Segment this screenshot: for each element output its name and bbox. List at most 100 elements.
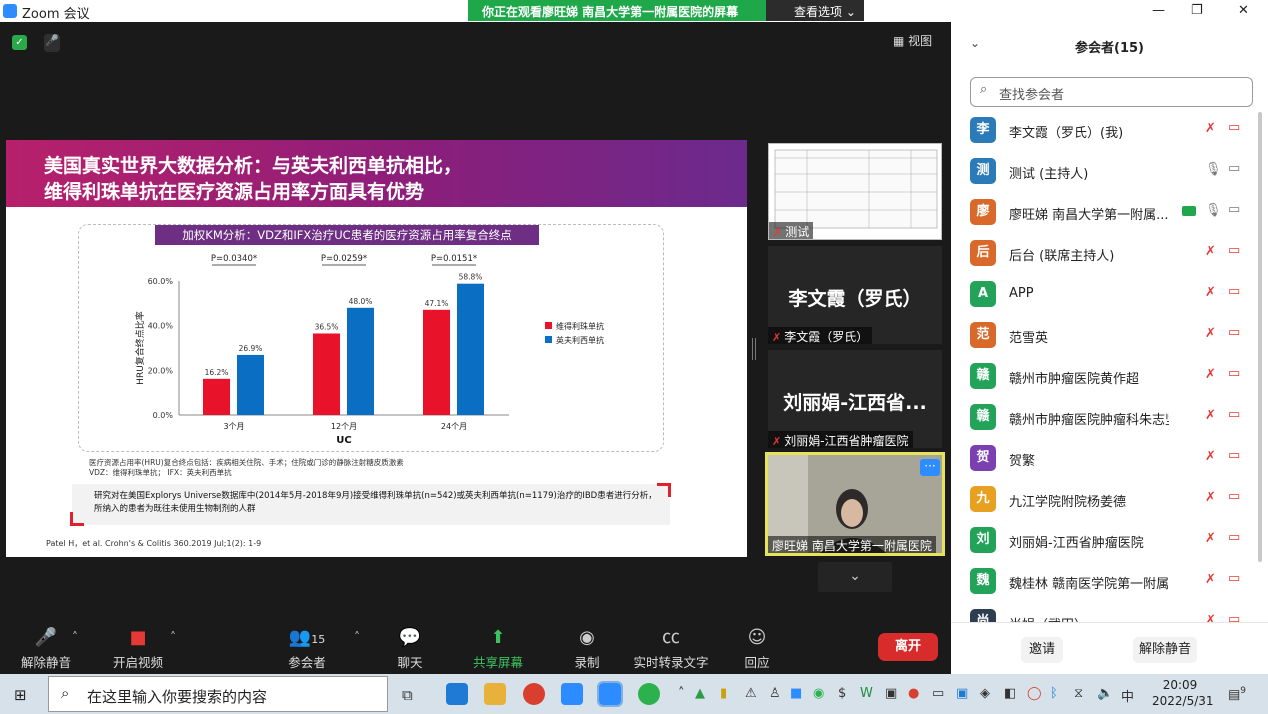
wechat-icon[interactable] [638, 683, 660, 705]
participant-row[interactable]: 后后台 (联席主持人) ✗ ▭ [951, 233, 1257, 274]
zoom-meeting-icon[interactable] [597, 681, 623, 707]
pvalue-label: P=0.0259* [321, 254, 367, 264]
chevron-up-icon[interactable]: ˄ [170, 630, 176, 644]
chevron-up-icon[interactable]: ˄ [72, 630, 78, 644]
record-icon: ◉ [579, 627, 595, 648]
participant-row[interactable]: 贺贺繁 ✗ ▭ [951, 438, 1257, 479]
legend-swatch [545, 336, 552, 343]
share-screen-button[interactable]: ⬆ 共享屏幕 [470, 622, 526, 671]
close-icon[interactable]: ✕ [1238, 3, 1249, 18]
panel-title: 参会者(15) [1075, 41, 1144, 56]
tray-app-icon[interactable]: ◯ [1027, 686, 1042, 701]
clock[interactable]: 20:09 2022/5/31 [1152, 677, 1214, 709]
tray-app-icon[interactable]: ◧ [1004, 686, 1016, 701]
network-icon[interactable]: ⧖ [1074, 686, 1083, 701]
file-explorer-icon[interactable] [484, 683, 506, 705]
view-button[interactable]: ▦ 视图 [893, 32, 932, 49]
view-label: 视图 [908, 34, 933, 48]
unmute-all-button[interactable]: 解除静音 [1133, 637, 1197, 663]
task-view-icon[interactable]: ⧉ [402, 686, 413, 704]
reactions-button[interactable]: ☺ 回应 [742, 622, 772, 671]
x-tick-label: 24个月 [441, 422, 467, 431]
chevron-up-icon[interactable]: ˄ [354, 630, 360, 644]
windows-start-icon[interactable]: ⊞ [14, 686, 27, 704]
video-thumb-li[interactable]: 李文霞（罗氏） ✗ 李文霞（罗氏） [768, 246, 942, 344]
microphone-icon[interactable]: 🎤 [44, 34, 60, 52]
participant-row[interactable]: 范范雪英 ✗ ▭ [951, 315, 1257, 356]
participant-name: 范雪英 [1009, 331, 1049, 346]
participant-name: 李文霞（罗氏）(我) [1009, 126, 1124, 141]
ime-indicator[interactable]: 中 [1121, 686, 1134, 705]
live-transcript-button[interactable]: ㏄实时转录文字 [632, 622, 710, 671]
split-handle[interactable] [752, 338, 756, 360]
tray-chrome-icon[interactable]: ● [908, 686, 919, 701]
participant-row[interactable]: A APP ✗ ▭ [951, 274, 1257, 315]
edge-browser-icon[interactable] [446, 683, 468, 705]
tray-app-icon[interactable]: ▮ [720, 686, 727, 701]
view-options-button[interactable]: 查看选项 ⌄ [766, 0, 864, 21]
tray-zoom-icon[interactable]: ■ [790, 686, 802, 701]
participant-row[interactable]: 魏魏桂林 赣南医学院第一附属医院 ✗ ▭ [951, 561, 1257, 602]
participants-button[interactable]: 👥15 参会者 [284, 622, 330, 671]
participant-row[interactable]: 赣赣州市肿瘤医院黄作超 ✗ ▭ [951, 356, 1257, 397]
participant-row[interactable]: 测测试 (主持人) 🎙 ▭ [951, 151, 1257, 192]
x-tick-label: 3个月 [223, 422, 244, 431]
volume-icon[interactable]: 🔈 [1097, 686, 1113, 701]
y-tick-label: 40.0% [148, 322, 174, 331]
video-thumb-test[interactable]: ✗ 测试 [768, 143, 942, 240]
tray-app-icon[interactable]: W [860, 686, 873, 701]
avatar: 九 [970, 486, 996, 512]
tray-app-icon[interactable]: ◈ [980, 686, 990, 701]
legend-label: 英夫利西单抗 [556, 335, 604, 345]
tray-app-icon[interactable]: ▲ [695, 686, 705, 701]
notification-icon[interactable]: ▤9 [1228, 686, 1246, 702]
video-thumb-speaker[interactable]: ··· 廖旺娣 南昌大学第一附属医院 [765, 452, 945, 556]
participant-row[interactable]: 赣赣州市肿瘤医院肿瘤科朱志坚 ✗ ▭ [951, 397, 1257, 438]
tray-app-icon[interactable]: ⚠ [745, 686, 757, 701]
chevron-up-icon[interactable]: ˄ [678, 686, 685, 701]
video-off-icon: ▭ [1228, 120, 1241, 135]
chrome-icon[interactable] [523, 683, 545, 705]
tray-app-icon[interactable]: ▭ [932, 686, 944, 701]
scroll-down-button[interactable]: ⌄ [818, 562, 892, 592]
unmute-button[interactable]: 🎤 解除静音 [18, 622, 74, 671]
participant-row[interactable]: 尚 尚娟（武田） ✗ ▭ [951, 602, 1257, 622]
avatar: 李 [970, 117, 996, 143]
tray-wechat-icon[interactable]: ◉ [813, 686, 824, 701]
mic-muted-icon: ✗ [1205, 613, 1216, 622]
tray-app-icon[interactable]: ▣ [885, 686, 897, 701]
minimize-icon[interactable]: — [1152, 3, 1165, 18]
tray-app-icon[interactable]: ▣ [956, 686, 968, 701]
participant-row[interactable]: 刘刘丽娟-江西省肿瘤医院 ✗ ▭ [951, 520, 1257, 561]
more-options-icon[interactable]: ··· [920, 459, 940, 476]
mic-muted-icon: ✗ [1205, 449, 1216, 464]
tray-app-icon[interactable]: $ [838, 686, 846, 701]
maximize-icon[interactable]: ❐ [1191, 3, 1203, 18]
record-button[interactable]: ◉ 录制 [572, 622, 602, 671]
participant-row[interactable]: 李李文霞（罗氏）(我) ✗ ▭ [951, 110, 1257, 151]
participant-search-input[interactable]: 查找参会者 [970, 77, 1253, 107]
chat-button[interactable]: 💬 聊天 [394, 622, 426, 671]
data-label: 48.0% [349, 297, 373, 306]
bluetooth-icon[interactable]: ᛒ [1050, 686, 1058, 701]
participants-icon: 👥15 [288, 627, 326, 648]
start-video-button[interactable]: ■ 开启视频 [110, 622, 166, 671]
invite-button[interactable]: 邀请 [1021, 637, 1063, 663]
avatar: 赣 [970, 404, 996, 430]
taskbar-search-input[interactable]: ⌕ 在这里输入你要搜索的内容 [48, 676, 388, 712]
thumb-name: ✗ 测试 [769, 222, 814, 239]
avatar: 廖 [970, 199, 996, 225]
tray-app-icon[interactable]: ♙ [769, 686, 781, 701]
mic-muted-icon: ✗ [1205, 408, 1216, 423]
security-shield-icon[interactable]: ✓ [12, 35, 27, 50]
chat-icon: 💬 [398, 627, 422, 648]
participant-row[interactable]: 廖廖旺娣 南昌大学第一附属... 🎙 ▭ [951, 192, 1257, 233]
chart-box: 加权KM分析：VDZ和IFX治疗UC患者的医疗资源占用率复合终点 0.0% 20.… [78, 224, 664, 452]
meeting-area: ✓ 🎤 ▦ 视图 美国真实世界大数据分析：与英夫利西单抗相比， 维得利珠单抗在医… [0, 22, 951, 622]
video-thumb-liu[interactable]: 刘丽娟-江西省... ✗ 刘丽娟-江西省肿瘤医院 [768, 350, 942, 448]
video-off-icon: ▭ [1228, 530, 1241, 545]
participant-row[interactable]: 九九江学院附院杨姜德 ✗ ▭ [951, 479, 1257, 520]
leave-button[interactable]: 离开 [878, 633, 938, 661]
scrollbar[interactable] [1258, 112, 1262, 562]
zoom-app-icon[interactable] [561, 683, 583, 705]
